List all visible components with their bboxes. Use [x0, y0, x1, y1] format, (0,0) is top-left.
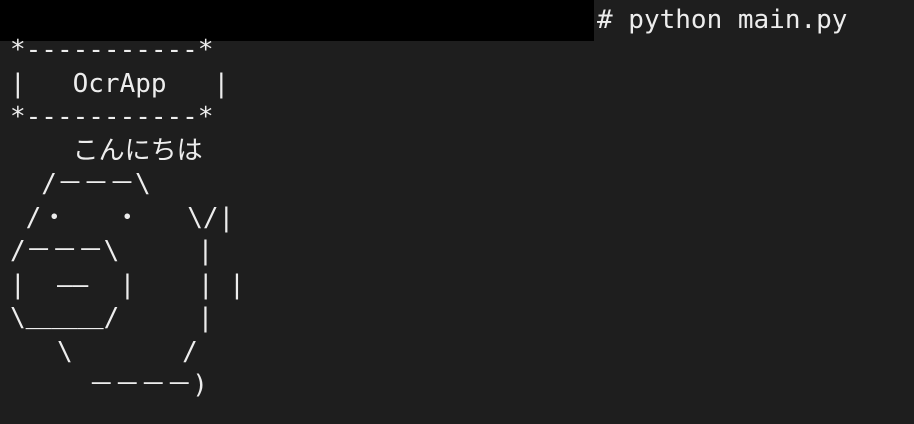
- output-line-9: \＿＿＿/ |: [10, 303, 214, 333]
- command-line: # python main.py: [597, 5, 848, 35]
- output-line-11: －－－－): [10, 370, 208, 400]
- output-line-3: *-----------*: [10, 102, 214, 132]
- output-line-8: | —— | | |: [10, 269, 245, 300]
- output-line-7: /－－－\ |: [10, 236, 214, 266]
- output-line-10: \ /: [10, 336, 198, 367]
- output-line-2: | OcrApp |: [10, 68, 230, 99]
- output-line-5: /－－－\: [10, 169, 151, 199]
- output-line-1: *-----------*: [10, 35, 214, 65]
- terminal-window[interactable]: # python main.py *-----------* | OcrApp |…: [0, 0, 914, 424]
- output-line-4: こんにちは: [10, 135, 203, 166]
- output-line-6: /・ ・ \/|: [10, 202, 235, 233]
- program-output: *-----------* | OcrApp | *-----------* こんに…: [10, 34, 245, 403]
